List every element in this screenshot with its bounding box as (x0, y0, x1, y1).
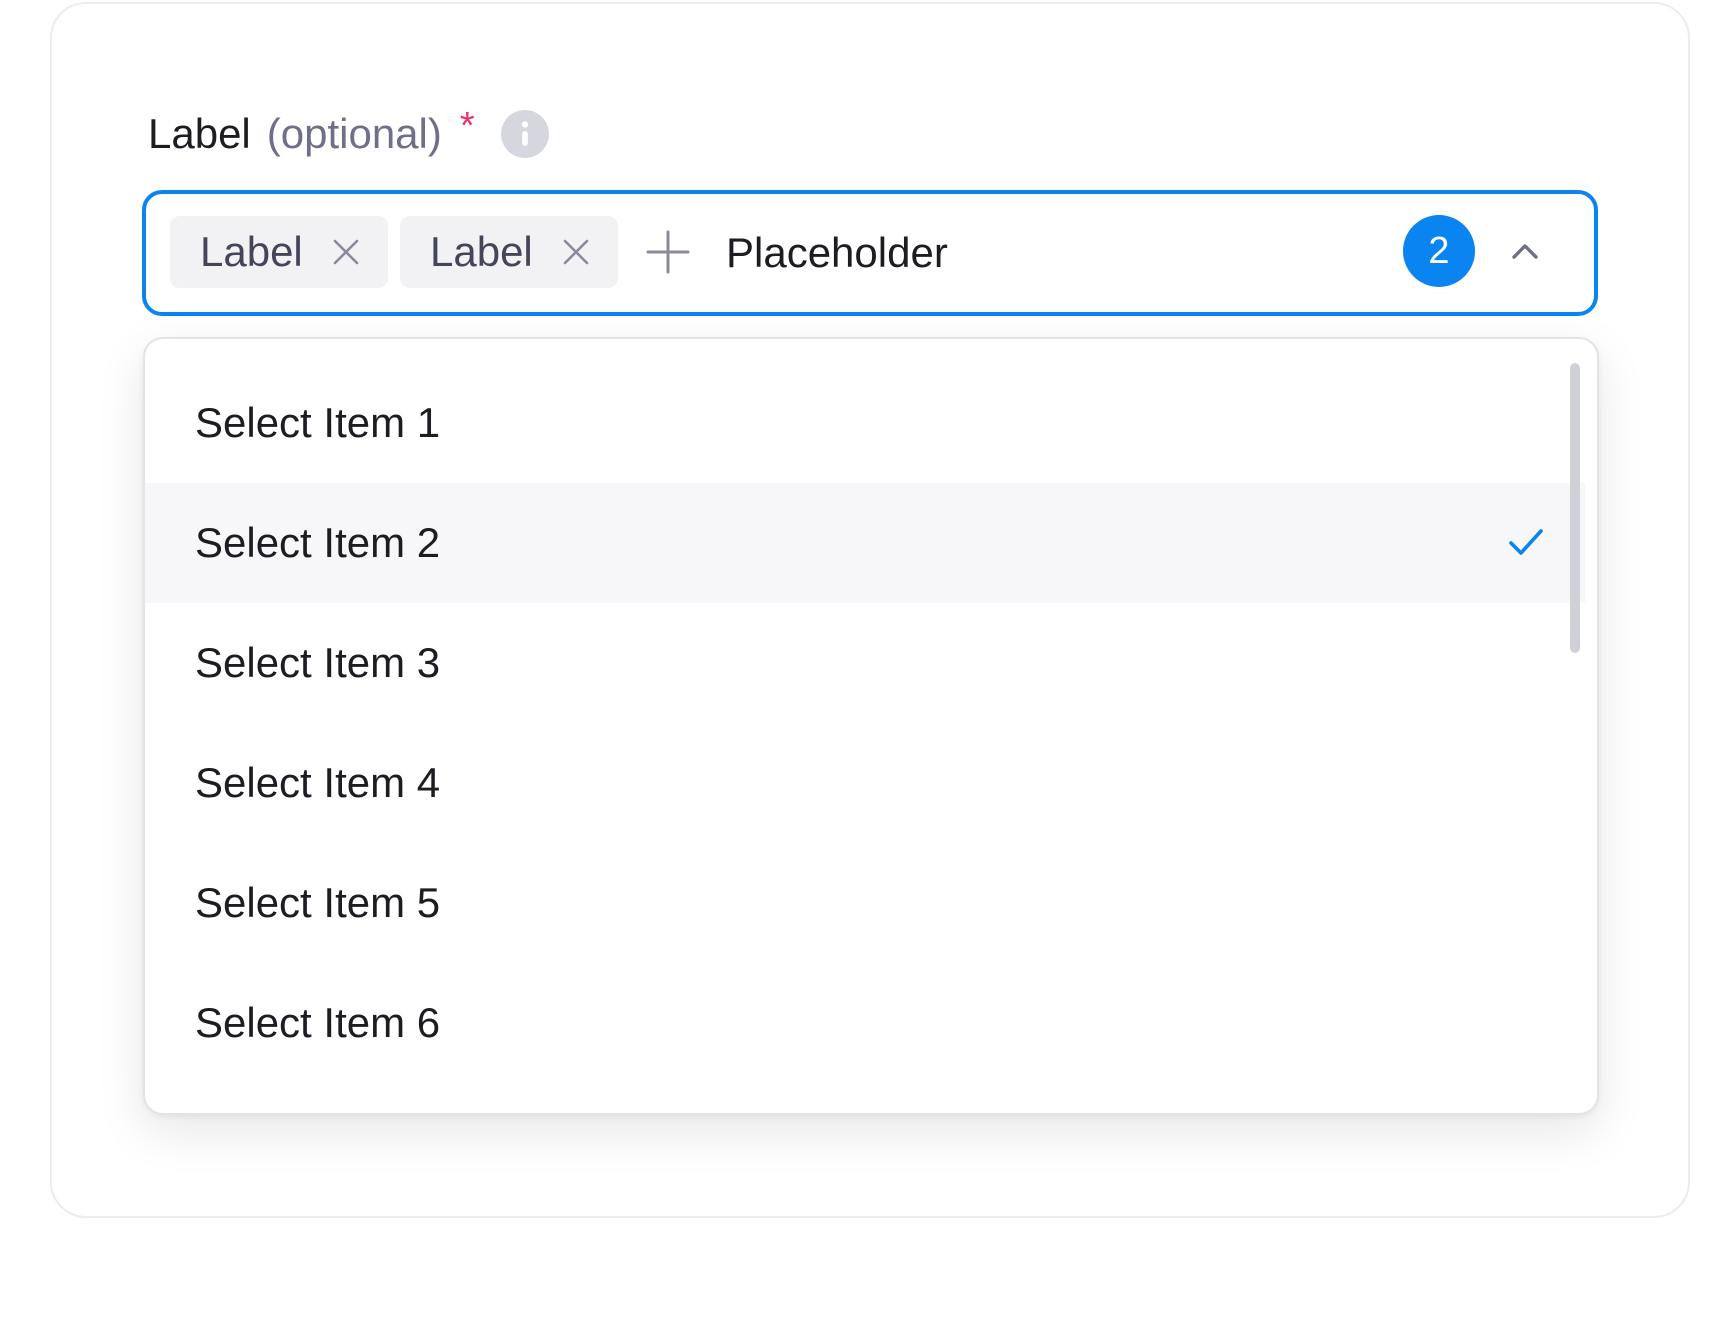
field-label-text: Label (148, 110, 251, 157)
close-icon[interactable] (330, 236, 362, 268)
check-icon (1509, 529, 1543, 555)
plus-icon[interactable] (644, 228, 692, 276)
required-marker: * (459, 104, 475, 147)
selected-count-badge: 2 (1403, 215, 1475, 287)
option-label: Select Item 1 (195, 399, 441, 446)
scrollbar-thumb[interactable] (1570, 363, 1580, 653)
option-label: Select Item 4 (195, 759, 441, 806)
dropdown-option-3[interactable]: Select Item 3 (145, 603, 1585, 723)
dropdown-menu: Select Item 1 Select Item 2 Select Item … (143, 337, 1599, 1115)
selected-tag-label: Label (430, 228, 533, 275)
option-label: Select Item 2 (195, 519, 441, 566)
scrollbar[interactable] (1569, 363, 1581, 1093)
search-input[interactable] (726, 218, 1326, 288)
dropdown-option-4[interactable]: Select Item 4 (145, 723, 1585, 843)
selected-tag: Label (400, 216, 618, 288)
multi-select-field[interactable]: Label Label 2 (142, 190, 1598, 316)
option-label: Select Item 3 (195, 639, 441, 686)
field-label-optional: (optional) (266, 110, 442, 157)
close-icon[interactable] (560, 236, 592, 268)
field-label: Label (optional) * (148, 104, 549, 164)
dropdown-option-1[interactable]: Select Item 1 (145, 363, 1585, 483)
selected-tag: Label (170, 216, 388, 288)
chevron-up-icon[interactable] (1508, 236, 1542, 266)
selected-tag-label: Label (200, 228, 303, 275)
option-label: Select Item 6 (195, 999, 441, 1046)
dropdown-option-5[interactable]: Select Item 5 (145, 843, 1585, 963)
dropdown-option-2[interactable]: Select Item 2 (145, 483, 1585, 603)
dropdown-option-6[interactable]: Select Item 6 (145, 963, 1585, 1083)
info-icon[interactable] (500, 110, 549, 158)
option-label: Select Item 5 (195, 879, 441, 926)
